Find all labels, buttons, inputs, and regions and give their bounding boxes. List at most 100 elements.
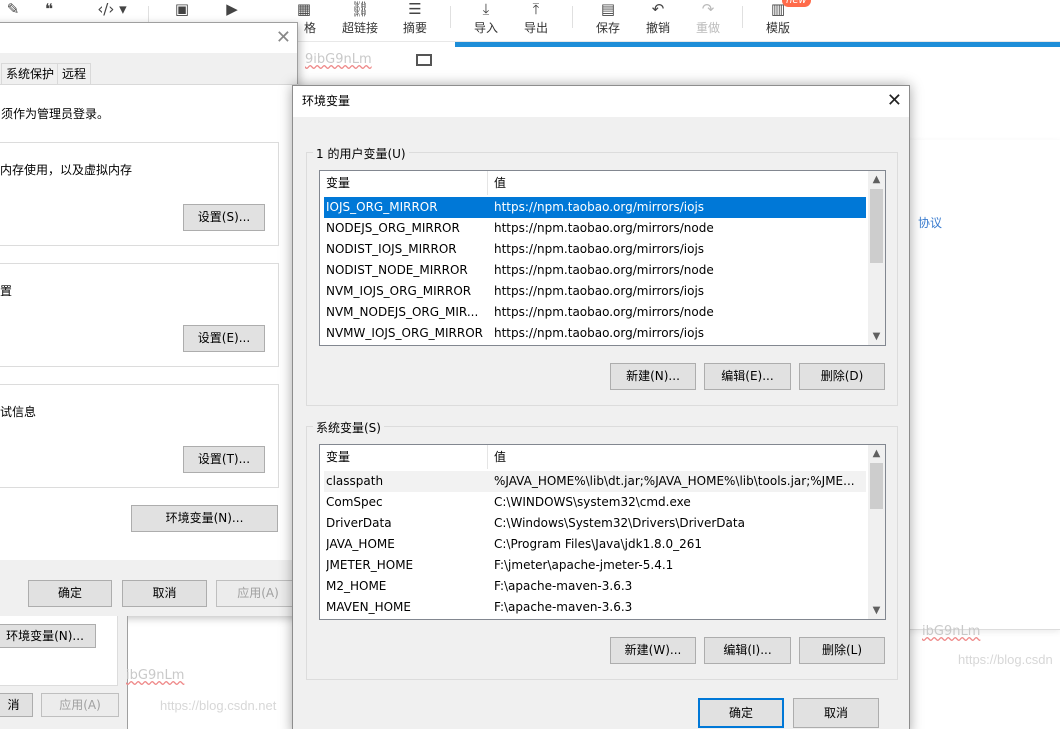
export-button[interactable]: ⤒ 导出 (520, 0, 552, 42)
stacked-sysprop-dialog: 环境变量(N)... 消 应用(A) (0, 616, 128, 729)
variable-value: C:\Program Files\Java\jdk1.8.0_261 (494, 537, 703, 551)
variable-value: F:\apache-maven-3.6.3 (494, 579, 633, 593)
table-row[interactable]: MAVEN_HOME F:\apache-maven-3.6.3 (324, 597, 866, 618)
bg-text-fragment: ibG9nLm (126, 668, 185, 683)
variable-name: classpath (326, 474, 384, 488)
apply-button[interactable]: 应用(A) (216, 580, 300, 607)
environment-variables-button[interactable]: 环境变量(N)... (131, 505, 278, 532)
save-button[interactable]: ▤ 保存 (592, 0, 624, 42)
table-row[interactable]: ComSpec C:\WINDOWS\system32\cmd.exe (324, 492, 866, 513)
template-button[interactable]: ▥ 模版 new (762, 0, 811, 42)
system-new-button[interactable]: 新建(W)... (610, 637, 696, 664)
table-row[interactable]: classpath %JAVA_HOME%\lib\dt.jar;%JAVA_HO… (324, 471, 866, 492)
table-row[interactable]: NVM_NODEJS_ORG_MIR... https://npm.taobao.… (324, 302, 866, 323)
column-header-value[interactable]: 值 (488, 445, 868, 469)
import-button[interactable]: ⤓ 导入 (470, 0, 502, 42)
table-row[interactable]: NVM_IOJS_ORG_MIRROR https://npm.taobao.or… (324, 281, 866, 302)
variable-value: F:\apache-maven-3.6.3 (494, 600, 633, 614)
apply-button-2[interactable]: 应用(A) (41, 693, 119, 717)
save-icon: ▤ (600, 0, 616, 18)
table-row[interactable]: IOJS_ORG_MIRROR https://npm.taobao.org/mi… (324, 197, 866, 218)
scroll-down-icon[interactable]: ▼ (868, 328, 885, 345)
system-properties-dialog: ✕ 系统保护 远程 须作为管理员登录。 内存使用，以及虚拟内存 设置(S)...… (0, 22, 300, 616)
variable-name: MAVEN_HOME (326, 600, 411, 614)
advanced-tab-content: 须作为管理员登录。 内存使用，以及虚拟内存 设置(S)... 置 设置(E)..… (0, 84, 298, 560)
system-list-scrollbar[interactable]: ▲ ▼ (868, 445, 885, 619)
scroll-down-icon[interactable]: ▼ (868, 602, 885, 619)
bg-text-fragment: ibG9nLm (922, 624, 981, 639)
new-badge: new (782, 0, 811, 7)
variable-name: JAVA_HOME (326, 537, 395, 551)
variable-name: NVM_NODEJS_ORG_MIR... (326, 305, 479, 319)
column-header-variable[interactable]: 变量 (320, 445, 488, 469)
cancel-button-2[interactable]: 消 (0, 693, 33, 717)
tab-remote[interactable]: 远程 (57, 63, 92, 85)
summary-button[interactable]: ☰ 摘要 (398, 0, 432, 42)
variable-value: %JAVA_HOME%\lib\dt.jar;%JAVA_HOME%\lib\t… (494, 474, 855, 488)
system-variables-list[interactable]: 变量 值 classpath %JAVA_HOME%\lib\dt.jar;%JA… (319, 444, 886, 620)
performance-group: 内存使用，以及虚拟内存 设置(S)... (0, 142, 279, 246)
table-row[interactable]: M2_HOME F:\apache-maven-3.6.3 (324, 576, 866, 597)
link-label: 超链接 (341, 21, 378, 35)
variable-value: https://npm.taobao.org/mirrors/iojs (494, 242, 705, 256)
layout-icon[interactable] (416, 54, 432, 66)
cancel-button[interactable]: 取消 (122, 580, 207, 607)
cancel-button[interactable]: 取消 (793, 698, 879, 728)
table-row[interactable]: NODIST_NODE_MIRROR https://npm.taobao.org… (324, 260, 866, 281)
link-button[interactable]: ⛓ 超链接 (338, 0, 382, 42)
table-row[interactable]: NODIST_IOJS_MIRROR https://npm.taobao.org… (324, 239, 866, 260)
system-delete-button[interactable]: 删除(L) (799, 637, 885, 664)
user-delete-button[interactable]: 删除(D) (799, 363, 885, 390)
variable-name: NVM_IOJS_ORG_MIRROR (326, 284, 472, 298)
close-icon[interactable]: ✕ (887, 90, 902, 112)
environment-variables-button-2[interactable]: 环境变量(N)... (0, 624, 96, 648)
undo-button[interactable]: ↶ 撤销 (642, 0, 674, 42)
image-icon: ▣ (174, 0, 190, 18)
toolbar-divider (450, 6, 451, 28)
user-variables-list[interactable]: 变量 值 IOJS_ORG_MIRROR https://npm.taobao.o… (319, 170, 886, 346)
video-icon: ▶ (226, 0, 238, 18)
scroll-thumb[interactable] (870, 463, 883, 509)
user-new-button[interactable]: 新建(N)... (610, 363, 696, 390)
import-icon: ⤓ (482, 0, 490, 18)
table-row[interactable]: NODEJS_ORG_MIRROR https://npm.taobao.org/… (324, 218, 866, 239)
table-row[interactable]: JMETER_HOME F:\jmeter\apache-jmeter-5.4.1 (324, 555, 866, 576)
user-list-scrollbar[interactable]: ▲ ▼ (868, 171, 885, 345)
column-header-variable[interactable]: 变量 (320, 171, 488, 195)
redo-button[interactable]: ↷ 重做 (692, 0, 724, 42)
variable-name: NODIST_IOJS_MIRROR (326, 242, 457, 256)
variable-value: C:\WINDOWS\system32\cmd.exe (494, 495, 691, 509)
system-edit-button[interactable]: 编辑(I)... (704, 637, 791, 664)
export-label: 导出 (523, 21, 548, 35)
table-row[interactable]: DriverData C:\Windows\System32\Drivers\Dr… (324, 513, 866, 534)
sysprop-footer: 确定 取消 应用(A) (0, 560, 300, 616)
redo-label: 重做 (695, 21, 720, 35)
startup-settings-button[interactable]: 设置(T)... (183, 446, 265, 473)
table-row[interactable]: NVMW_IOJS_ORG_MIRROR https://npm.taobao.o… (324, 323, 866, 344)
ok-button[interactable]: 确定 (28, 580, 112, 607)
summary-label: 摘要 (402, 21, 427, 35)
user-edit-button[interactable]: 编辑(E)... (704, 363, 791, 390)
bg-agreement-link[interactable]: 协议 (918, 214, 942, 231)
column-header-value[interactable]: 值 (488, 171, 868, 195)
table-row[interactable]: JAVA_HOME C:\Program Files\Java\jdk1.8.0_… (324, 534, 866, 555)
variable-value: F:\jmeter\apache-jmeter-5.4.1 (494, 558, 674, 572)
editor-progress-bar (455, 42, 1060, 47)
variable-value: https://npm.taobao.org/mirrors/iojs (494, 284, 705, 298)
close-icon[interactable]: ✕ (276, 27, 291, 48)
scroll-up-icon[interactable]: ▲ (868, 171, 885, 188)
ok-button[interactable]: 确定 (698, 698, 784, 728)
performance-text: 内存使用，以及虚拟内存 (0, 163, 133, 177)
profiles-settings-button[interactable]: 设置(E)... (183, 325, 265, 352)
undo-label: 撤销 (645, 21, 670, 35)
scroll-up-icon[interactable]: ▲ (868, 445, 885, 462)
performance-settings-button[interactable]: 设置(S)... (183, 204, 265, 231)
tab-system-protection[interactable]: 系统保护 (1, 63, 60, 85)
dialog-title: 环境变量 (302, 94, 351, 108)
user-variables-label: 1 的用户变量(U) (313, 145, 409, 162)
variable-name: NODEJS_ORG_MIRROR (326, 221, 460, 235)
scroll-thumb[interactable] (870, 189, 883, 263)
template-label: 模版 (765, 21, 790, 35)
variable-name: NVMW_IOJS_ORG_MIRROR (326, 326, 483, 340)
summary-icon: ☰ (408, 0, 422, 18)
